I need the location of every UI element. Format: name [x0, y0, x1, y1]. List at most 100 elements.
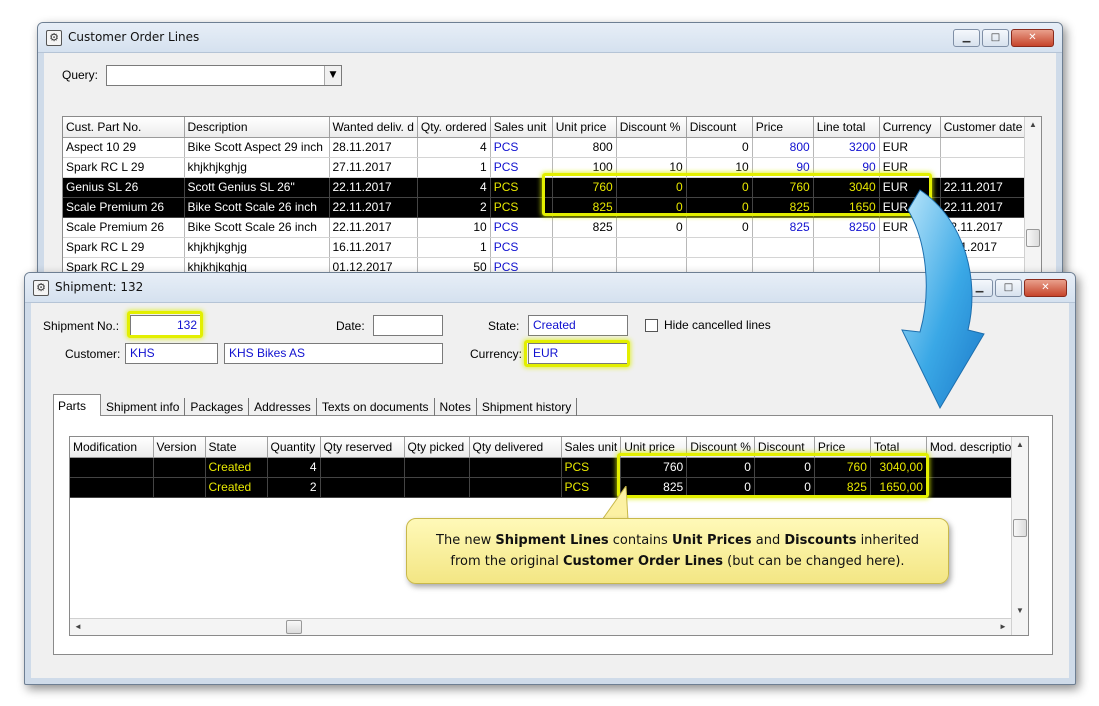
explanation-callout: The new Shipment Lines contains Unit Pri… [406, 518, 949, 584]
cell-currency: EUR [879, 157, 941, 178]
cell-state: Created [205, 457, 268, 478]
scroll-left-icon[interactable]: ◄ [70, 619, 86, 635]
column-header[interactable]: Qty. ordered [417, 117, 491, 138]
scroll-thumb[interactable] [1013, 519, 1027, 537]
scroll-up-icon[interactable]: ▲ [1025, 117, 1041, 133]
column-header[interactable]: Qty delivered [469, 437, 562, 458]
cell-wanted: 27.11.2017 [329, 157, 418, 178]
column-header[interactable]: Wanted deliv. d [329, 117, 418, 138]
column-header[interactable]: Sales unit [490, 117, 553, 138]
cell-unit-price: 800 [552, 137, 617, 158]
column-header[interactable]: Description [184, 117, 330, 138]
cell-qty: 4 [267, 457, 321, 478]
cell-unit: PCS [490, 237, 553, 258]
tab-shipment-info[interactable]: Shipment info [101, 398, 186, 416]
hide-cancelled-checkbox[interactable] [645, 319, 658, 332]
cell-version [153, 477, 206, 498]
column-header[interactable]: Version [153, 437, 206, 458]
table-row[interactable]: Spark RC L 29 khjkhjkghjg 27.11.2017 1 PCS 10… [63, 157, 1027, 178]
tab-notes[interactable]: Notes [435, 398, 477, 416]
chevron-down-icon[interactable]: ▼ [324, 66, 341, 85]
cell-disc: 0 [686, 177, 753, 198]
state-label: State: [488, 319, 520, 333]
hide-cancelled-label: Hide cancelled lines [664, 318, 771, 332]
close-button[interactable]: ✕ [1011, 29, 1054, 47]
column-header[interactable]: Qty reserved [320, 437, 405, 458]
column-header[interactable]: Discount % [686, 437, 755, 458]
state-field[interactable]: Created [528, 315, 628, 336]
tab-parts[interactable]: Parts [53, 394, 102, 416]
column-header[interactable]: Mod. descriptio [926, 437, 1016, 458]
column-header[interactable]: Total [870, 437, 927, 458]
currency-field[interactable]: EUR [528, 343, 628, 364]
scroll-down-icon[interactable]: ▼ [1012, 603, 1028, 619]
cell-desc: khjkhjkghjg [184, 237, 330, 258]
cell-line-total: 3200 [813, 137, 880, 158]
callout-text: (but can be changed here). [723, 554, 905, 569]
column-header[interactable]: Unit price [620, 437, 688, 458]
table-row[interactable]: Created 2 PCS 825 0 0 825 1650,00 [70, 477, 1016, 498]
column-header[interactable]: Unit price [552, 117, 617, 138]
app-gear-icon: ⚙ [33, 280, 49, 296]
callout-bold-text: Discounts [784, 533, 857, 548]
column-header[interactable]: Price [814, 437, 871, 458]
date-field[interactable] [373, 315, 443, 336]
tab-shipment-history[interactable]: Shipment history [477, 398, 578, 416]
cell-unit-price: 760 [552, 177, 617, 198]
column-header[interactable]: Price [752, 117, 814, 138]
table-row[interactable]: Created 4 PCS 760 0 0 760 3040,00 [70, 457, 1016, 478]
order-lines-vertical-scrollbar[interactable]: ▲ [1024, 117, 1041, 275]
cell-price: 825 [752, 217, 814, 238]
order-window-title: Customer Order Lines [68, 30, 200, 44]
cell-line-total: 90 [813, 157, 880, 178]
cell-delivered [469, 457, 562, 478]
cell-price: 800 [752, 137, 814, 158]
customer-name-field[interactable]: KHS Bikes AS [224, 343, 443, 364]
column-header[interactable]: Discount [754, 437, 815, 458]
cell-disc: 0 [754, 457, 815, 478]
cell-line-total [813, 237, 880, 258]
tab-addresses[interactable]: Addresses [249, 398, 317, 416]
scroll-thumb[interactable] [286, 620, 302, 634]
column-header[interactable]: Modification [70, 437, 154, 458]
shipment-lines-horizontal-scrollbar[interactable]: ◄ ► [70, 618, 1011, 635]
maximize-button[interactable]: □ [982, 29, 1009, 47]
query-dropdown[interactable]: ▼ [106, 65, 342, 86]
cell-reserved [320, 477, 405, 498]
tab-packages[interactable]: Packages [185, 398, 250, 416]
cell-desc: khjkhjkghjg [184, 157, 330, 178]
tab-strip: Parts Shipment info Packages Addresses Texts… [53, 394, 578, 416]
cell-wanted: 22.11.2017 [329, 217, 418, 238]
shipment-lines-vertical-scrollbar[interactable]: ▲ ▼ [1011, 437, 1028, 635]
order-window-titlebar[interactable]: ⚙ Customer Order Lines ▁ □ ✕ [38, 23, 1062, 53]
column-header[interactable]: Cust. Part No. [63, 117, 185, 138]
cell-unit: PCS [490, 217, 553, 238]
minimize-button[interactable]: ▁ [953, 29, 980, 47]
column-header[interactable]: Currency [879, 117, 941, 138]
column-header[interactable]: Customer date [940, 117, 1027, 138]
scroll-thumb[interactable] [1026, 229, 1040, 247]
cell-wanted: 22.11.2017 [329, 177, 418, 198]
column-header[interactable]: Discount [686, 117, 753, 138]
cell-disc-pct [616, 237, 687, 258]
cell-disc-pct: 0 [686, 457, 755, 478]
shipment-no-field[interactable]: 132 [130, 315, 202, 336]
cell-total: 1650,00 [870, 477, 927, 498]
customer-code-field[interactable]: KHS [125, 343, 218, 364]
close-button[interactable]: ✕ [1024, 279, 1067, 297]
column-header[interactable]: Line total [813, 117, 880, 138]
cell-state: Created [205, 477, 268, 498]
table-row[interactable]: Aspect 10 29 Bike Scott Aspect 29 inch 28.… [63, 137, 1027, 158]
cell-disc-pct: 0 [686, 477, 755, 498]
cell-disc-pct [616, 137, 687, 158]
cell-delivered [469, 477, 562, 498]
scroll-up-icon[interactable]: ▲ [1012, 437, 1028, 453]
column-header[interactable]: Discount % [616, 117, 687, 138]
column-header[interactable]: Sales unit [561, 437, 622, 458]
column-header[interactable]: State [205, 437, 268, 458]
column-header[interactable]: Qty picked [404, 437, 470, 458]
cell-total: 3040,00 [870, 457, 927, 478]
column-header[interactable]: Quantity [267, 437, 321, 458]
scroll-right-icon[interactable]: ► [995, 619, 1011, 635]
tab-texts-on-documents[interactable]: Texts on documents [317, 398, 435, 416]
